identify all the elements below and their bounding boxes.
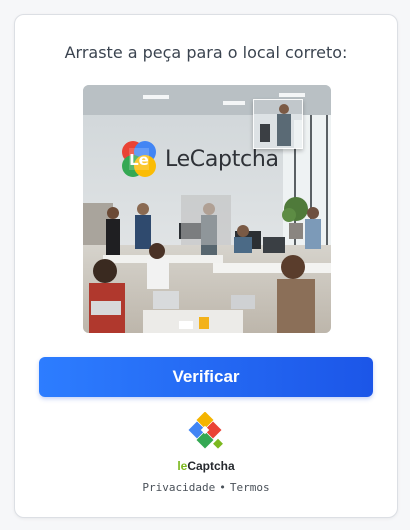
brand-suffix: Captcha [187,459,235,473]
puzzle-image[interactable]: Le LeCaptcha [83,85,331,333]
privacy-link[interactable]: Privacidade [142,481,215,494]
footer-links: Privacidade • Termos [15,481,397,494]
captcha-card: Arraste a peça para o local correto: Le … [14,14,398,518]
lecaptcha-mark [185,411,229,454]
puzzle-target-slot [181,195,231,245]
svg-text:Le: Le [129,151,149,169]
instruction-text: Arraste a peça para o local correto: [64,43,348,62]
verify-button[interactable]: Verificar [39,357,373,397]
puzzle-drag-piece[interactable] [253,99,303,149]
puzzle-piece-image [254,100,302,148]
brand-prefix: le [177,459,188,473]
watermark-text: LeCaptcha [165,146,279,172]
terms-link[interactable]: Termos [230,481,270,494]
brand-name: leCaptcha [15,459,397,473]
lecaptcha-mark-icon [188,411,223,449]
footer-separator: • [219,481,226,494]
lecaptcha-logo-icon: Le [122,141,156,177]
